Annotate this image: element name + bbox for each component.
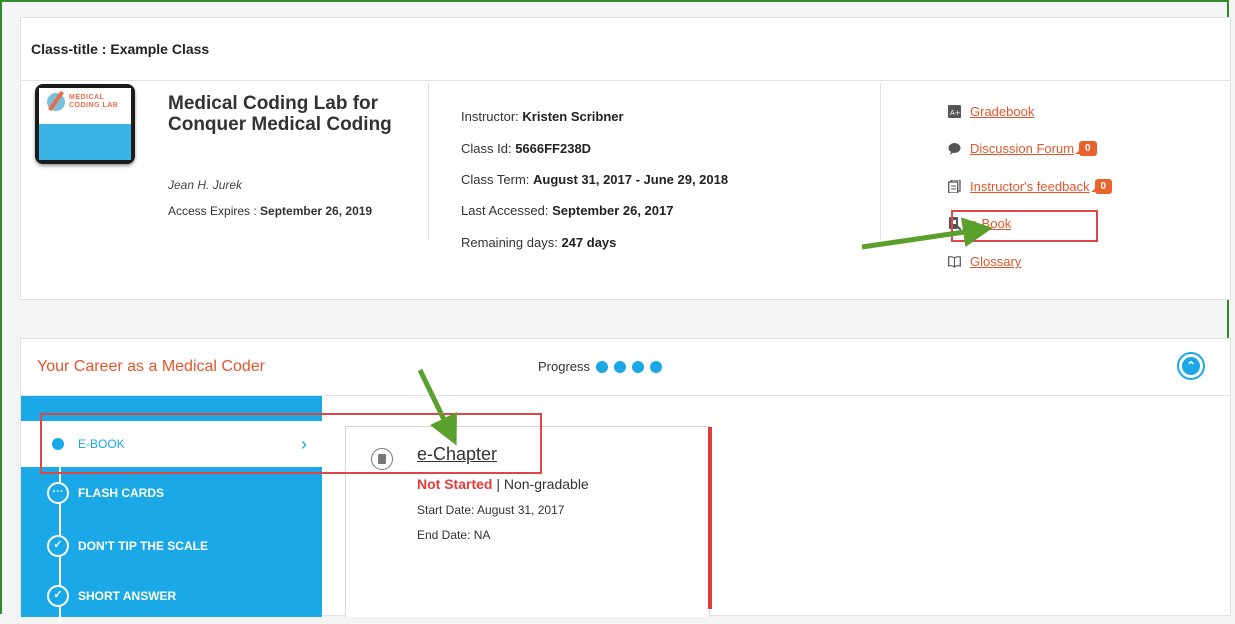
arrow-to-ebook (861, 217, 993, 250)
arrow-to-chapter (417, 368, 457, 446)
annotation-arrows (417, 217, 993, 446)
